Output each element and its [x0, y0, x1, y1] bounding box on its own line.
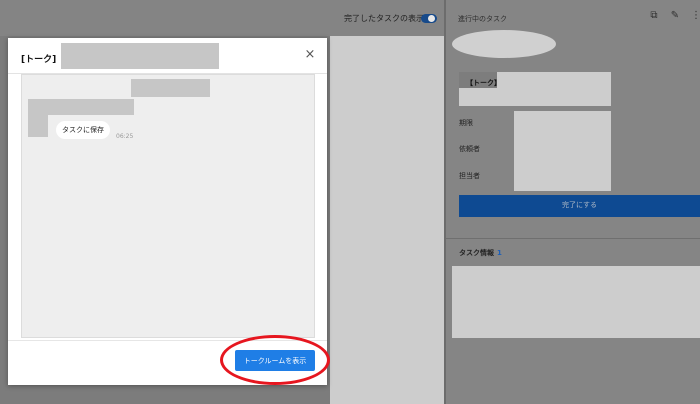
task-fields-redacted [514, 111, 611, 191]
talk-modal: [トーク] × タスクに保存 06:25 トークルームを表示 [8, 38, 327, 385]
message-redacted [28, 99, 134, 115]
assignee-label: 担当者 [459, 172, 480, 180]
task-info-title: タスク情報 1 [459, 248, 502, 258]
avatar [452, 30, 556, 58]
complete-task-button[interactable]: 完了にする [459, 195, 700, 217]
message-redacted [131, 79, 210, 97]
task-column [330, 36, 444, 404]
due-label: 期限 [459, 119, 473, 127]
task-info-label: タスク情報 [459, 249, 494, 257]
modal-title-redacted [61, 43, 219, 69]
modal-title: [トーク] [21, 55, 57, 65]
task-info-redacted [452, 266, 700, 338]
show-completed-label: 完了したタスクの表示 [344, 14, 424, 23]
pencil-icon[interactable]: ✎ [669, 10, 681, 21]
sender-avatar-redacted [28, 115, 48, 137]
toggle-knob [428, 15, 435, 22]
highlight-ring [220, 335, 330, 385]
chat-message-area: タスクに保存 06:25 [21, 74, 315, 338]
save-to-task-bubble[interactable]: タスクに保存 [56, 121, 110, 139]
task-info-count: 1 [497, 249, 502, 257]
section-divider [446, 238, 700, 239]
message-time: 06:25 [116, 133, 134, 140]
external-link-icon[interactable]: ⧉ [648, 10, 660, 21]
task-title-tag: 【トーク】 [466, 79, 501, 87]
panel-header: 進行中のタスク [458, 15, 507, 23]
requester-label: 依頼者 [459, 145, 480, 153]
more-vertical-icon[interactable]: ⋮ [690, 10, 700, 21]
close-icon[interactable]: × [302, 47, 318, 63]
